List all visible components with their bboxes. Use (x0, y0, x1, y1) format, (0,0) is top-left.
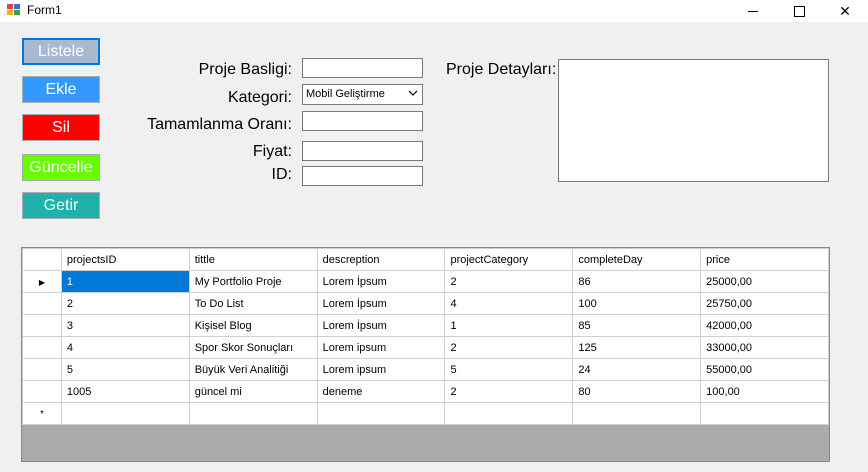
table-cell[interactable]: Kişisel Blog (188, 314, 318, 337)
new-row-cell[interactable] (444, 402, 574, 425)
table-cell[interactable]: 33000,00 (700, 336, 829, 359)
corner-header-cell[interactable] (22, 248, 62, 271)
column-header-completeday[interactable]: completeDay (572, 248, 702, 271)
new-row-cell[interactable] (700, 402, 829, 425)
table-row[interactable]: 1005 güncel mi deneme 2 80 100,00 (22, 380, 829, 403)
guncelle-button[interactable]: Güncelle (22, 154, 100, 181)
fiyat-label: Fiyat: (252, 143, 292, 160)
new-row-indicator-icon[interactable]: * (22, 402, 62, 425)
table-cell[interactable]: Spor Skor Sonuçları (188, 336, 318, 359)
ekle-label: Ekle (45, 80, 77, 98)
table-cell[interactable]: 2 (444, 380, 574, 403)
table-cell[interactable]: 5 (444, 358, 574, 381)
title-bar: Form1 ✕ (0, 0, 868, 22)
table-cell[interactable]: 1005 (60, 380, 190, 403)
table-cell[interactable]: Lorem ipsum (316, 358, 446, 381)
table-row[interactable]: ▶ 1 My Portfolio Proje Lorem İpsum 2 86 … (22, 270, 829, 293)
row-header-cell[interactable] (22, 358, 62, 381)
table-row[interactable]: 3 Kişisel Blog Lorem İpsum 1 85 42000,00 (22, 314, 829, 337)
table-row[interactable]: 5 Büyük Veri Analitiği Lorem ipsum 5 24 … (22, 358, 829, 381)
new-row-cell[interactable] (572, 402, 702, 425)
table-cell[interactable]: 100 (572, 292, 702, 315)
row-header-cell[interactable] (22, 314, 62, 337)
table-cell[interactable]: 2 (60, 292, 190, 315)
kategori-combobox[interactable]: Mobil Geliştirme (302, 84, 423, 105)
guncelle-label: Güncelle (29, 158, 93, 176)
row-header-cell[interactable] (22, 380, 62, 403)
column-header-price[interactable]: price (700, 248, 829, 271)
listele-label: Listele (37, 42, 85, 60)
table-cell[interactable]: 4 (444, 292, 574, 315)
maximize-icon (793, 5, 805, 17)
current-row-indicator-icon[interactable]: ▶ (22, 270, 62, 293)
table-cell[interactable]: 3 (60, 314, 190, 337)
new-row-cell[interactable] (60, 402, 190, 425)
close-icon: ✕ (839, 2, 851, 19)
proje-detaylari-textarea[interactable] (558, 59, 829, 182)
sil-button[interactable]: Sil (22, 114, 100, 141)
maximize-button[interactable] (776, 0, 822, 22)
ekle-button[interactable]: Ekle (22, 76, 100, 103)
column-header-descreption[interactable]: descreption (316, 248, 446, 271)
proje-detaylari-label: Proje Detayları: (446, 61, 557, 78)
table-cell[interactable]: 42000,00 (700, 314, 829, 337)
listele-button[interactable]: Listele (22, 38, 100, 65)
table-cell[interactable]: 2 (444, 336, 574, 359)
table-cell[interactable]: 125 (572, 336, 702, 359)
table-cell[interactable]: 55000,00 (700, 358, 829, 381)
table-cell[interactable]: güncel mi (188, 380, 318, 403)
new-row[interactable]: * (22, 402, 829, 425)
window-title: Form1 (27, 3, 62, 17)
kategori-selected-value: Mobil Geliştirme (306, 88, 385, 100)
table-cell[interactable]: Lorem ipsum (316, 336, 446, 359)
tamamlanma-orani-input[interactable] (302, 111, 423, 131)
id-label: ID: (271, 166, 292, 183)
header-row: projectsID tittle descreption projectCat… (22, 248, 829, 271)
minimize-button[interactable] (730, 0, 776, 22)
table-cell[interactable]: 100,00 (700, 380, 829, 403)
table-cell[interactable]: 5 (60, 358, 190, 381)
column-header-tittle[interactable]: tittle (188, 248, 318, 271)
table-cell[interactable]: 2 (444, 270, 574, 293)
kategori-label: Kategori: (227, 89, 292, 106)
new-row-cell[interactable] (316, 402, 446, 425)
proje-basligi-input[interactable] (302, 58, 423, 78)
table-cell[interactable]: 1 (60, 270, 190, 293)
table-cell[interactable]: 85 (572, 314, 702, 337)
chevron-down-icon (408, 90, 418, 96)
table-cell[interactable]: 86 (572, 270, 702, 293)
table-cell[interactable]: Lorem İpsum (316, 270, 446, 293)
sil-label: Sil (52, 118, 70, 136)
projects-table: projectsID tittle descreption projectCat… (22, 248, 829, 425)
projects-datagrid[interactable]: projectsID tittle descreption projectCat… (21, 247, 830, 462)
table-cell[interactable]: Lorem İpsum (316, 292, 446, 315)
table-row[interactable]: 2 To Do List Lorem İpsum 4 100 25750,00 (22, 292, 829, 315)
form-icon (7, 4, 21, 16)
column-header-projectsid[interactable]: projectsID (60, 248, 190, 271)
row-header-cell[interactable] (22, 292, 62, 315)
new-row-cell[interactable] (188, 402, 318, 425)
id-input[interactable] (302, 166, 423, 186)
row-header-cell[interactable] (22, 336, 62, 359)
table-row[interactable]: 4 Spor Skor Sonuçları Lorem ipsum 2 125 … (22, 336, 829, 359)
table-cell[interactable]: 1 (444, 314, 574, 337)
column-header-projectcategory[interactable]: projectCategory (444, 248, 574, 271)
table-cell[interactable]: Lorem İpsum (316, 314, 446, 337)
table-cell[interactable]: deneme (316, 380, 446, 403)
getir-button[interactable]: Getir (22, 192, 100, 219)
table-cell[interactable]: 4 (60, 336, 190, 359)
table-cell[interactable]: 25000,00 (700, 270, 829, 293)
minimize-icon (748, 10, 758, 12)
fiyat-input[interactable] (302, 141, 423, 161)
table-cell[interactable]: 80 (572, 380, 702, 403)
table-cell[interactable]: 25750,00 (700, 292, 829, 315)
tamamlanma-orani-label: Tamamlanma Oranı: (147, 116, 292, 133)
table-cell[interactable]: Büyük Veri Analitiği (188, 358, 318, 381)
proje-basligi-label: Proje Basligi: (198, 61, 292, 78)
table-cell[interactable]: To Do List (188, 292, 318, 315)
close-button[interactable]: ✕ (822, 0, 868, 22)
getir-label: Getir (43, 196, 79, 214)
table-cell[interactable]: My Portfolio Proje (188, 270, 318, 293)
table-cell[interactable]: 24 (572, 358, 702, 381)
